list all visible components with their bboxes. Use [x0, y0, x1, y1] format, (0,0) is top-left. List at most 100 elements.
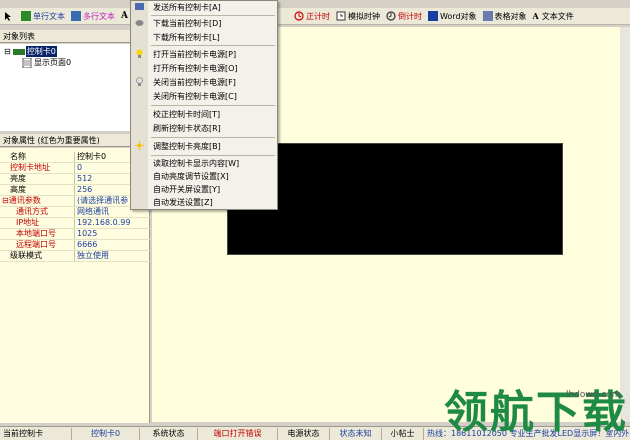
prop-name: 亮度	[0, 174, 75, 184]
object-list-title: 对象列表	[0, 30, 150, 43]
word-object-button[interactable]: Word对象	[425, 9, 480, 24]
prop-row-group[interactable]: ⊟通讯参数 (请选择通讯参	[0, 196, 150, 207]
prop-row[interactable]: 高度 256	[0, 185, 150, 196]
menu-item-auto-send[interactable]: 自动发送设置[Z]	[153, 197, 213, 208]
watermark-url: lhdown.com	[566, 390, 621, 400]
prop-name: 高度	[0, 185, 75, 195]
properties-title: 对象属性 (红色为重要属性)	[0, 134, 150, 147]
prop-row[interactable]: 本地端口号 1025	[0, 229, 150, 240]
text-file-label: 文本文件	[541, 11, 574, 21]
prop-value[interactable]: 6666	[75, 240, 150, 250]
table-icon	[482, 11, 493, 21]
menu-separator	[151, 155, 275, 156]
download-current-icon	[135, 20, 144, 26]
prop-value[interactable]: 192.168.0.99	[75, 218, 150, 228]
properties-grid: 名称 控制卡0 控制卡地址 0 亮度 512 高度 256 ⊟通讯参数 (请选择…	[0, 148, 150, 423]
object-tree[interactable]: ⊟ 控制卡0 显示页面0	[0, 44, 150, 131]
pointer-tool[interactable]	[0, 9, 18, 24]
table-object-label: 表格对象	[494, 11, 527, 21]
prop-name: 控制卡地址	[0, 163, 75, 173]
tree-node-controller[interactable]: ⊟ 控制卡0	[4, 46, 57, 57]
prop-row[interactable]: 远程端口号 6666	[0, 240, 150, 251]
text-a-glyph: A	[121, 11, 128, 21]
tree-expander-icon[interactable]: ⊟	[4, 47, 11, 56]
menu-separator	[151, 15, 275, 16]
countup-label: 正计时	[305, 11, 330, 21]
multi-text-label: 多行文本	[83, 11, 115, 21]
menu-item-power-off-current[interactable]: 关闭当前控制卡电源[F]	[153, 77, 236, 88]
countdown-clock-icon	[386, 11, 396, 21]
menu-separator	[151, 105, 275, 106]
prop-name: 名称	[0, 152, 75, 162]
menu-item-download-current[interactable]: 下载当前控制卡[D]	[153, 18, 221, 29]
prop-row[interactable]: 通讯方式 网络通讯	[0, 207, 150, 218]
prop-row[interactable]: 控制卡地址 0	[0, 163, 150, 174]
menu-item-sync-time[interactable]: 校正控制卡时间[T]	[153, 109, 220, 120]
controller-icon	[12, 48, 25, 55]
single-text-button[interactable]: 单行文本	[18, 9, 68, 24]
menu-separator	[151, 137, 275, 138]
controller-menu: 发送所有控制卡[A] 下载当前控制卡[D] 下载所有控制卡[L] 打开当前控制卡…	[130, 0, 278, 210]
current-card-label: 当前控制卡	[0, 427, 72, 440]
menu-item-auto-power[interactable]: 自动开关屏设置[Y]	[153, 184, 220, 195]
countdown-label: 倒计时	[397, 11, 422, 21]
countdown-button[interactable]: 倒计时	[383, 9, 425, 24]
prop-name: 远程端口号	[0, 240, 75, 250]
menu-item-power-on-current[interactable]: 打开当前控制卡电源[P]	[153, 49, 236, 60]
send-all-icon	[135, 3, 144, 10]
power-on-bulb-icon	[136, 49, 143, 58]
prop-row[interactable]: 名称 控制卡0	[0, 152, 150, 163]
multi-text-button[interactable]: 多行文本	[68, 9, 118, 24]
watermark-logo: 领航下载	[444, 387, 628, 438]
prop-row[interactable]: IP地址 192.168.0.99	[0, 218, 150, 229]
power-off-bulb-icon	[136, 77, 143, 86]
vertical-scrollbar[interactable]	[620, 27, 630, 422]
menu-item-read-content[interactable]: 读取控制卡显示内容[W]	[153, 158, 239, 169]
menu-item-download-all[interactable]: 下载所有控制卡[L]	[153, 32, 220, 43]
prop-name: IP地址	[0, 218, 75, 228]
group-expander-icon[interactable]: ⊟	[2, 196, 9, 205]
menu-item-power-on-all[interactable]: 打开所有控制卡电源[O]	[153, 63, 238, 74]
system-status-label: 系统状态	[140, 427, 198, 440]
table-object-button[interactable]: 表格对象	[480, 9, 530, 24]
text-file-button[interactable]: A 文本文件	[530, 9, 577, 24]
prop-value[interactable]: 1025	[75, 229, 150, 239]
menu-item-send-all[interactable]: 发送所有控制卡[A]	[153, 2, 221, 13]
system-status-value: 端口打开错误	[198, 427, 278, 440]
brightness-icon	[135, 141, 144, 150]
current-card-value: 控制卡0	[72, 427, 140, 440]
multi-text-icon	[71, 11, 81, 21]
prop-value[interactable]: 独立使用	[75, 251, 150, 261]
tips-label: 小帖士	[382, 427, 424, 440]
countup-clock-icon	[294, 11, 304, 21]
prop-name: 本地端口号	[0, 229, 75, 239]
prop-name: ⊟通讯参数	[0, 196, 75, 206]
analog-clock-button[interactable]: 模拟时钟	[333, 9, 383, 24]
tree-controller-label: 控制卡0	[25, 46, 57, 57]
prop-name: 通讯方式	[0, 207, 75, 217]
tree-page-label: 显示页面0	[34, 58, 72, 67]
word-object-label: Word对象	[439, 11, 477, 21]
menu-item-power-off-all[interactable]: 关闭所有控制卡电源[C]	[153, 91, 237, 102]
page-icon	[22, 57, 32, 68]
menu-separator	[151, 45, 275, 46]
word-icon	[427, 11, 438, 21]
menu-item-brightness[interactable]: 调整控制卡亮度[B]	[153, 141, 221, 152]
power-status-value: 状态未知	[330, 427, 382, 440]
menu-item-refresh-status[interactable]: 刷新控制卡状态[R]	[153, 123, 221, 134]
analog-clock-icon	[336, 11, 346, 21]
analog-clock-label: 模拟时钟	[347, 11, 380, 21]
menu-item-auto-brightness[interactable]: 自动亮度调节设置[X]	[153, 171, 229, 182]
menu-icon-strip	[131, 1, 148, 209]
single-text-label: 单行文本	[33, 11, 65, 21]
text-file-icon: A	[532, 11, 539, 21]
power-status-label: 电源状态	[278, 427, 330, 440]
prop-row[interactable]: 级联模式 独立使用	[0, 251, 150, 262]
single-text-icon	[21, 11, 31, 21]
tree-node-page[interactable]: 显示页面0	[22, 57, 71, 68]
countup-button[interactable]: 正计时	[291, 9, 333, 24]
pointer-icon	[5, 12, 11, 21]
toolbar: 单行文本 多行文本 A 正计时 模拟时钟 倒计时 Word对象 表格对象 A 文…	[0, 8, 630, 25]
prop-name: 级联模式	[0, 251, 75, 261]
prop-row[interactable]: 亮度 512	[0, 174, 150, 185]
